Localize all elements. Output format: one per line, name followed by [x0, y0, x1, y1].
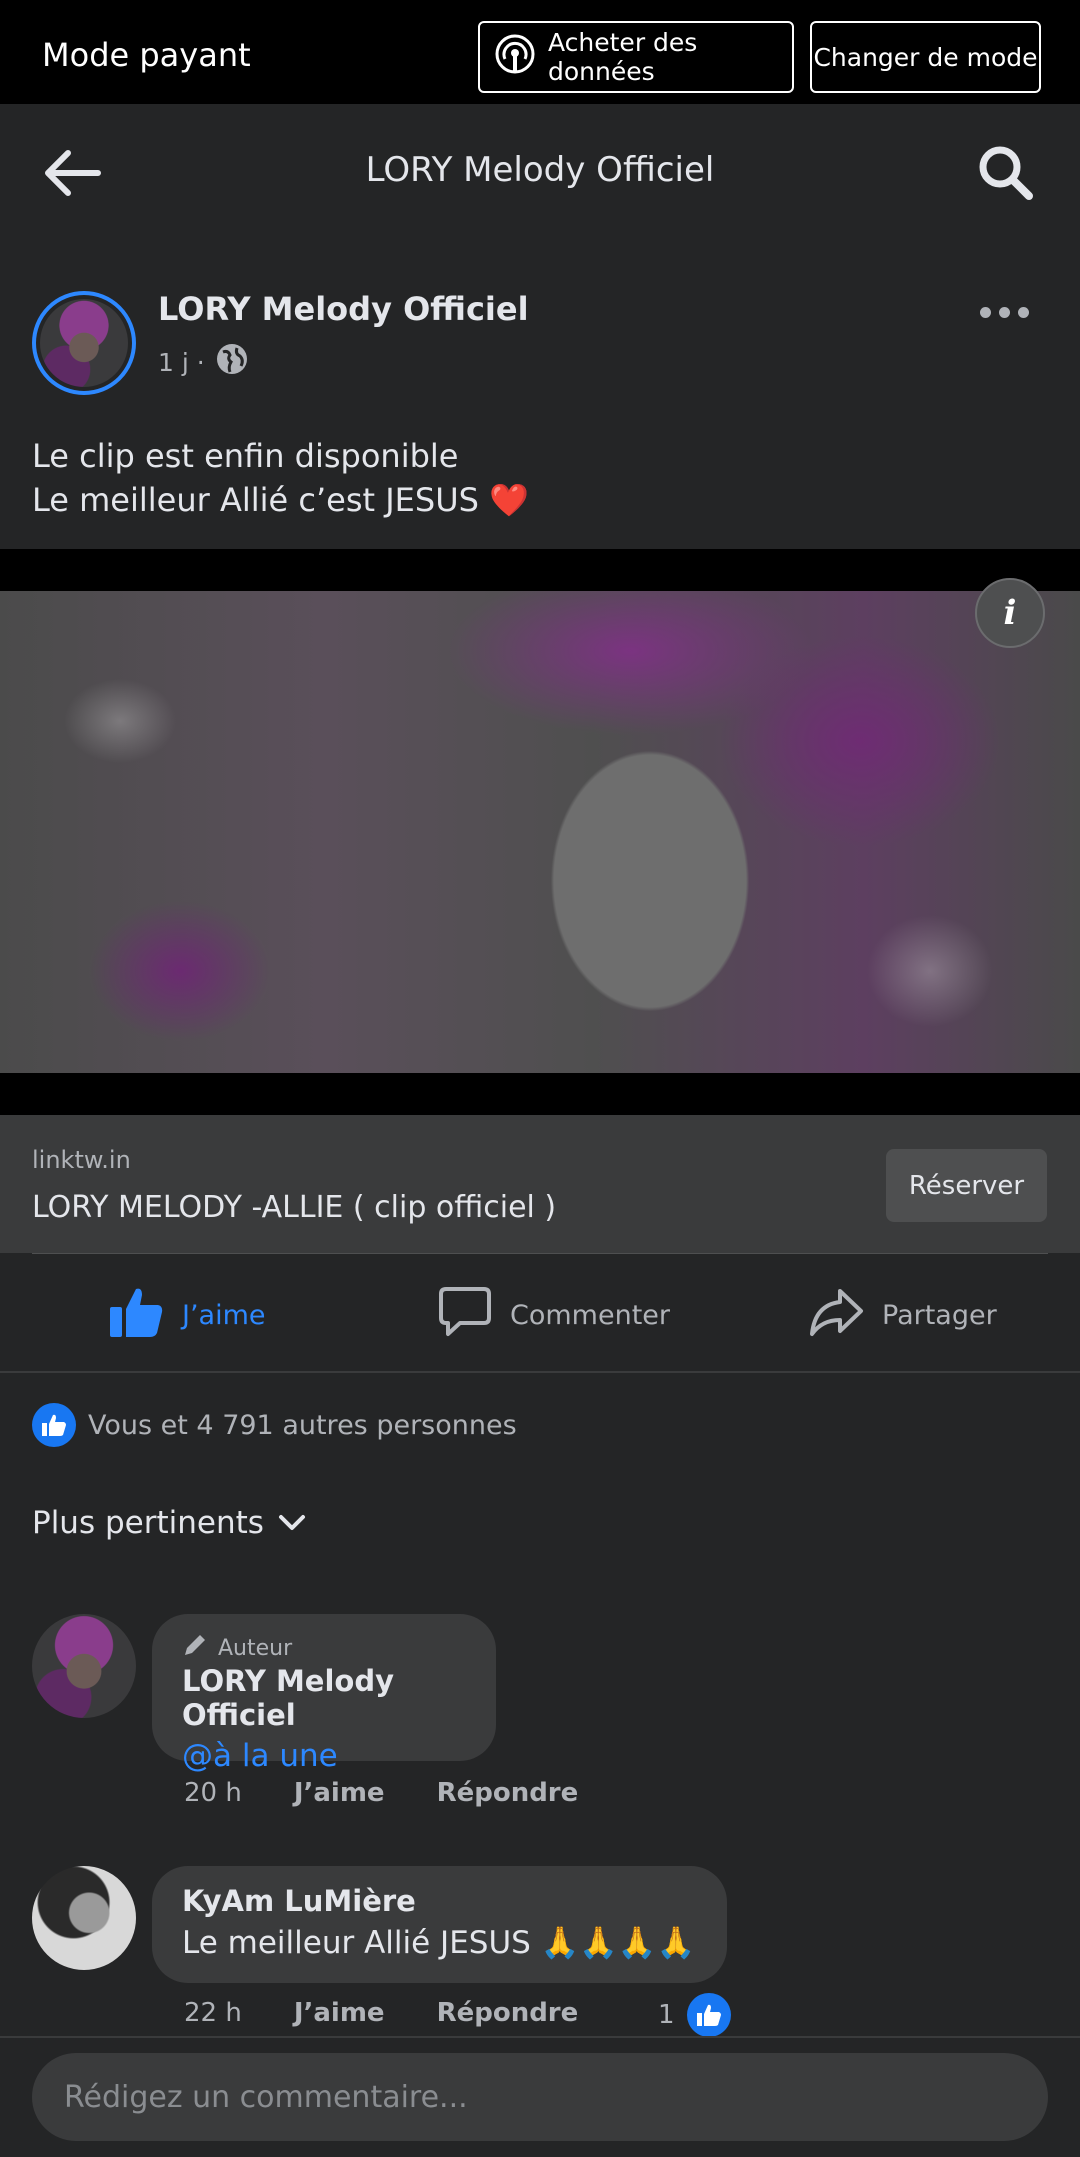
comment-like-count: 1	[658, 2000, 675, 2030]
reactions-summary[interactable]: Vous et 4 791 autres personnes	[32, 1403, 517, 1447]
comment-reply-button[interactable]: Répondre	[437, 1998, 579, 2028]
like-button[interactable]: J’aime	[108, 1285, 266, 1345]
comment-label: Commenter	[510, 1299, 670, 1331]
comment-author-avatar[interactable]	[32, 1614, 136, 1718]
page-title: LORY Melody Officiel	[365, 150, 715, 190]
like-reaction-icon	[686, 1993, 731, 2037]
comment-reply-button[interactable]: Répondre	[437, 1778, 579, 1808]
comment-author-name[interactable]: LORY Melody Officiel	[182, 1664, 466, 1732]
comment-icon	[438, 1286, 492, 1345]
buy-data-button[interactable]: Acheter des données	[478, 21, 794, 93]
comment-reaction-count[interactable]: 1	[658, 1993, 731, 2037]
comment-mention[interactable]: @à la une	[182, 1738, 466, 1774]
comment-like-button[interactable]: J’aime	[294, 1998, 385, 2028]
share-arrow-icon	[808, 1287, 864, 1344]
like-label: J’aime	[182, 1299, 266, 1331]
comment-time: 22 h	[184, 1998, 242, 2028]
divider	[0, 1371, 1080, 1373]
more-dot	[999, 306, 1010, 318]
broadcast-icon	[494, 33, 536, 81]
post-text-line2: Le meilleur Allié c’est JESUS	[32, 481, 479, 519]
comment-actions: 22 h J’aime Répondre	[184, 1998, 578, 2028]
comment-author-name[interactable]: KyAm LuMière	[182, 1884, 697, 1918]
comment-input[interactable]	[32, 2053, 1048, 2141]
info-icon[interactable]: i	[975, 578, 1045, 648]
change-mode-button[interactable]: Changer de mode	[810, 21, 1041, 93]
share-label: Partager	[882, 1299, 997, 1331]
reactions-text: Vous et 4 791 autres personnes	[88, 1409, 517, 1441]
link-domain: linktw.in	[32, 1146, 131, 1174]
comment-sort-dropdown[interactable]: Plus pertinents	[32, 1505, 306, 1541]
heart-emoji: ❤️	[489, 481, 529, 519]
comment-button[interactable]: Commenter	[438, 1285, 670, 1345]
post-author-name[interactable]: LORY Melody Officiel	[158, 290, 529, 328]
globe-icon	[215, 342, 249, 382]
more-options-button[interactable]	[980, 300, 1040, 324]
more-dot	[1018, 306, 1029, 318]
comment-bubble[interactable]: Auteur LORY Melody Officiel @à la une	[152, 1614, 496, 1774]
comment-author-avatar[interactable]	[32, 1866, 136, 1970]
search-icon	[979, 146, 1033, 200]
author-tag-label: Auteur	[218, 1635, 293, 1661]
change-mode-label: Changer de mode	[813, 42, 1038, 72]
sort-label: Plus pertinents	[32, 1505, 264, 1541]
post-text-line1: Le clip est enfin disponible	[32, 437, 459, 475]
more-dot	[980, 306, 991, 318]
video-thumbnail[interactable]	[0, 591, 1080, 1073]
post-time-text: 1 j ·	[158, 347, 205, 377]
share-button[interactable]: Partager	[808, 1285, 997, 1345]
comment-actions: 20 h J’aime Répondre	[184, 1778, 578, 1808]
post-timestamp: 1 j ·	[158, 342, 249, 382]
divider	[32, 1253, 1048, 1254]
author-tag: Auteur	[182, 1632, 466, 1664]
post-text: Le clip est enfin disponible Le meilleur…	[32, 434, 529, 522]
avatar	[40, 299, 128, 387]
comment-text: Le meilleur Allié JESUS 🙏🙏🙏🙏	[182, 1925, 696, 1961]
comment-bubble[interactable]: KyAm LuMière Le meilleur Allié JESUS 🙏🙏🙏…	[152, 1866, 727, 1983]
like-reaction-icon	[32, 1403, 76, 1447]
post-author-avatar[interactable]	[32, 291, 136, 395]
pencil-icon	[182, 1632, 208, 1664]
search-button[interactable]	[975, 142, 1035, 202]
thumbs-up-icon	[108, 1285, 164, 1346]
comment-time: 20 h	[184, 1778, 242, 1808]
comment-like-button[interactable]: J’aime	[294, 1778, 385, 1808]
buy-data-label: Acheter des données	[548, 28, 698, 86]
reserve-button[interactable]: Réserver	[886, 1149, 1047, 1222]
mode-label: Mode payant	[42, 36, 251, 74]
link-title[interactable]: LORY MELODY -ALLIE ( clip officiel )	[32, 1190, 556, 1225]
chevron-down-icon	[278, 1505, 306, 1541]
